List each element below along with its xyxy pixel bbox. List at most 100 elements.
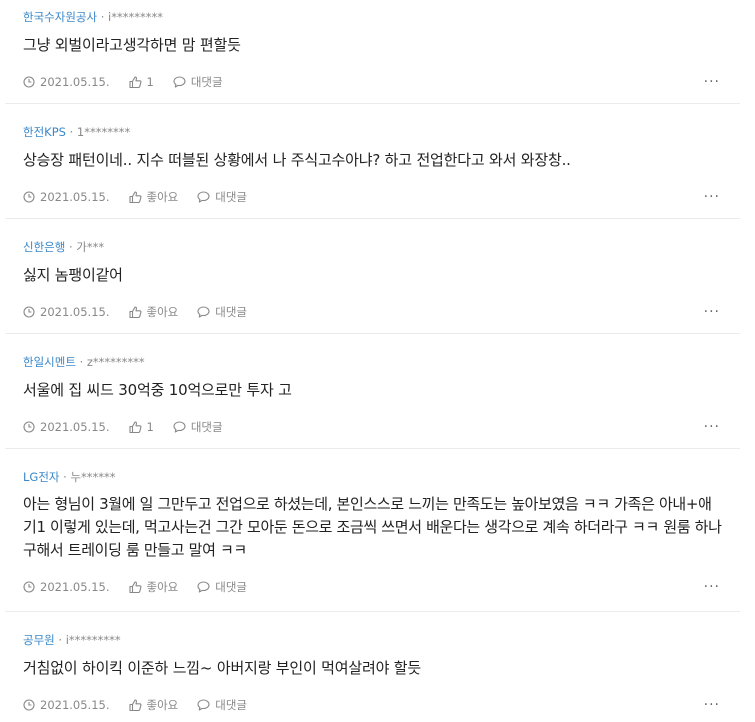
reply-label: 대댓글 [215, 698, 247, 712]
comment-meta: 한전KPS · 1******** [23, 125, 722, 139]
comment-meta: 한일시멘트 · z********* [23, 355, 722, 369]
thumbs-up-icon [128, 581, 141, 593]
comment-meta: 한국수자원공사 · i********* [23, 10, 722, 24]
like-count: 좋아요 [146, 698, 179, 712]
more-options-icon[interactable]: ··· [704, 75, 720, 89]
company-name[interactable]: LG전자 [23, 470, 59, 484]
meta-separator: · [58, 633, 66, 647]
comment-actions: 2021.05.15. 좋아요 대댓글 ··· [23, 697, 722, 713]
comment-meta: 신한은행 · 가*** [23, 240, 722, 254]
company-name[interactable]: 공무원 [23, 633, 55, 647]
comment-item: LG전자 · 누****** 아는 형님이 3월에 일 그만두고 전업으로 하셨… [5, 449, 740, 612]
more-options-icon[interactable]: ··· [704, 420, 720, 434]
reply-button[interactable]: 대댓글 [197, 697, 247, 713]
user-id: 1******** [76, 125, 131, 139]
more-options-icon[interactable]: ··· [704, 580, 720, 594]
thumbs-up-icon [128, 699, 141, 711]
more-options-icon[interactable]: ··· [704, 305, 720, 319]
reply-button[interactable]: 대댓글 [173, 419, 223, 435]
meta-separator: · [100, 10, 109, 24]
comment-list: 한국수자원공사 · i********* 그냥 외벌이라고생각하면 맘 편할듯 … [0, 0, 755, 722]
company-name[interactable]: 신한은행 [23, 240, 65, 254]
comment-date: 2021.05.15. [23, 420, 110, 434]
comment-date: 2021.05.15. [23, 190, 110, 204]
clock-icon [23, 191, 35, 203]
date-text: 2021.05.15. [40, 580, 110, 594]
date-text: 2021.05.15. [40, 305, 110, 319]
comment-item: 한전KPS · 1******** 상승장 패턴이네.. 지수 떠블된 상황에서… [5, 104, 740, 219]
reply-label: 대댓글 [190, 420, 223, 434]
comment-text: 그냥 외벌이라고생각하면 맘 편할듯 [23, 36, 241, 54]
like-count: 좋아요 [146, 580, 179, 594]
comment-text: 거침없이 하이킥 이준하 느낌~ 아버지랑 부인이 먹여살려야 할듯 [23, 659, 421, 677]
like-button[interactable]: 좋아요 [128, 189, 179, 205]
like-count: 1 [146, 420, 154, 434]
speech-bubble-icon [173, 421, 186, 433]
comment-actions: 2021.05.15. 좋아요 대댓글 ··· [23, 579, 722, 595]
speech-bubble-icon [197, 581, 210, 593]
speech-bubble-icon [173, 76, 186, 88]
user-id: 누****** [70, 470, 116, 484]
more-options-icon[interactable]: ··· [704, 190, 720, 204]
more-options-icon[interactable]: ··· [704, 698, 720, 712]
date-text: 2021.05.15. [40, 420, 110, 434]
comment-item: 한일시멘트 · z********* 서울에 집 씨드 30억중 10억으로만 … [5, 334, 740, 449]
like-button[interactable]: 좋아요 [128, 579, 179, 595]
reply-label: 대댓글 [190, 75, 223, 89]
like-button[interactable]: 1 [128, 75, 154, 89]
reply-label: 대댓글 [215, 190, 247, 204]
user-id: z********* [86, 355, 145, 369]
date-text: 2021.05.15. [40, 698, 110, 712]
user-id: i********* [65, 633, 121, 647]
speech-bubble-icon [197, 191, 210, 203]
like-button[interactable]: 좋아요 [128, 304, 179, 320]
like-button[interactable]: 좋아요 [128, 697, 179, 713]
reply-button[interactable]: 대댓글 [197, 189, 247, 205]
reply-button[interactable]: 대댓글 [197, 579, 247, 595]
comment-text: 싫지 놈팽이같어 [23, 266, 123, 284]
thumbs-up-icon [128, 76, 141, 88]
like-count: 좋아요 [146, 190, 179, 204]
comment-date: 2021.05.15. [23, 580, 110, 594]
date-text: 2021.05.15. [40, 190, 110, 204]
clock-icon [23, 76, 35, 88]
like-count: 좋아요 [146, 305, 179, 319]
clock-icon [23, 699, 35, 711]
comment-actions: 2021.05.15. 좋아요 대댓글 ··· [23, 304, 722, 320]
meta-separator: · [79, 355, 87, 369]
like-count: 1 [146, 75, 154, 89]
clock-icon [23, 421, 35, 433]
user-id: 가*** [76, 240, 105, 254]
comment-actions: 2021.05.15. 1 대댓글 ··· [23, 74, 722, 90]
thumbs-up-icon [128, 421, 141, 433]
reply-label: 대댓글 [215, 580, 247, 594]
reply-label: 대댓글 [215, 305, 247, 319]
comment-actions: 2021.05.15. 1 대댓글 ··· [23, 419, 722, 435]
comment-date: 2021.05.15. [23, 75, 110, 89]
comment-text: 서울에 집 씨드 30억중 10억으로만 투자 고 [23, 381, 292, 399]
thumbs-up-icon [128, 191, 141, 203]
company-name[interactable]: 한일시멘트 [23, 355, 76, 369]
comment-meta: 공무원 · i********* [23, 633, 722, 647]
company-name[interactable]: 한국수자원공사 [23, 10, 97, 24]
date-text: 2021.05.15. [40, 75, 110, 89]
clock-icon [23, 306, 35, 318]
comment-item: 신한은행 · 가*** 싫지 놈팽이같어 2021.05.15. 좋아요 대댓글… [5, 219, 740, 334]
company-name[interactable]: 한전KPS [23, 125, 66, 139]
thumbs-up-icon [128, 306, 141, 318]
comment-item: 한국수자원공사 · i********* 그냥 외벌이라고생각하면 맘 편할듯 … [5, 0, 740, 104]
speech-bubble-icon [197, 306, 210, 318]
user-id: i********* [108, 10, 163, 24]
speech-bubble-icon [197, 699, 210, 711]
comment-date: 2021.05.15. [23, 305, 110, 319]
comment-date: 2021.05.15. [23, 698, 110, 712]
reply-button[interactable]: 대댓글 [197, 304, 247, 320]
comment-meta: LG전자 · 누****** [23, 470, 722, 484]
comment-text: 상승장 패턴이네.. 지수 떠블된 상황에서 나 주식고수아냐? 하고 전업한다… [23, 151, 571, 169]
like-button[interactable]: 1 [128, 420, 154, 434]
comment-actions: 2021.05.15. 좋아요 대댓글 ··· [23, 189, 722, 205]
clock-icon [23, 581, 35, 593]
comment-text: 아는 형님이 3월에 일 그만두고 전업으로 하셨는데, 본인스스로 느끼는 만… [23, 495, 722, 559]
meta-separator: · [69, 125, 77, 139]
reply-button[interactable]: 대댓글 [173, 74, 223, 90]
